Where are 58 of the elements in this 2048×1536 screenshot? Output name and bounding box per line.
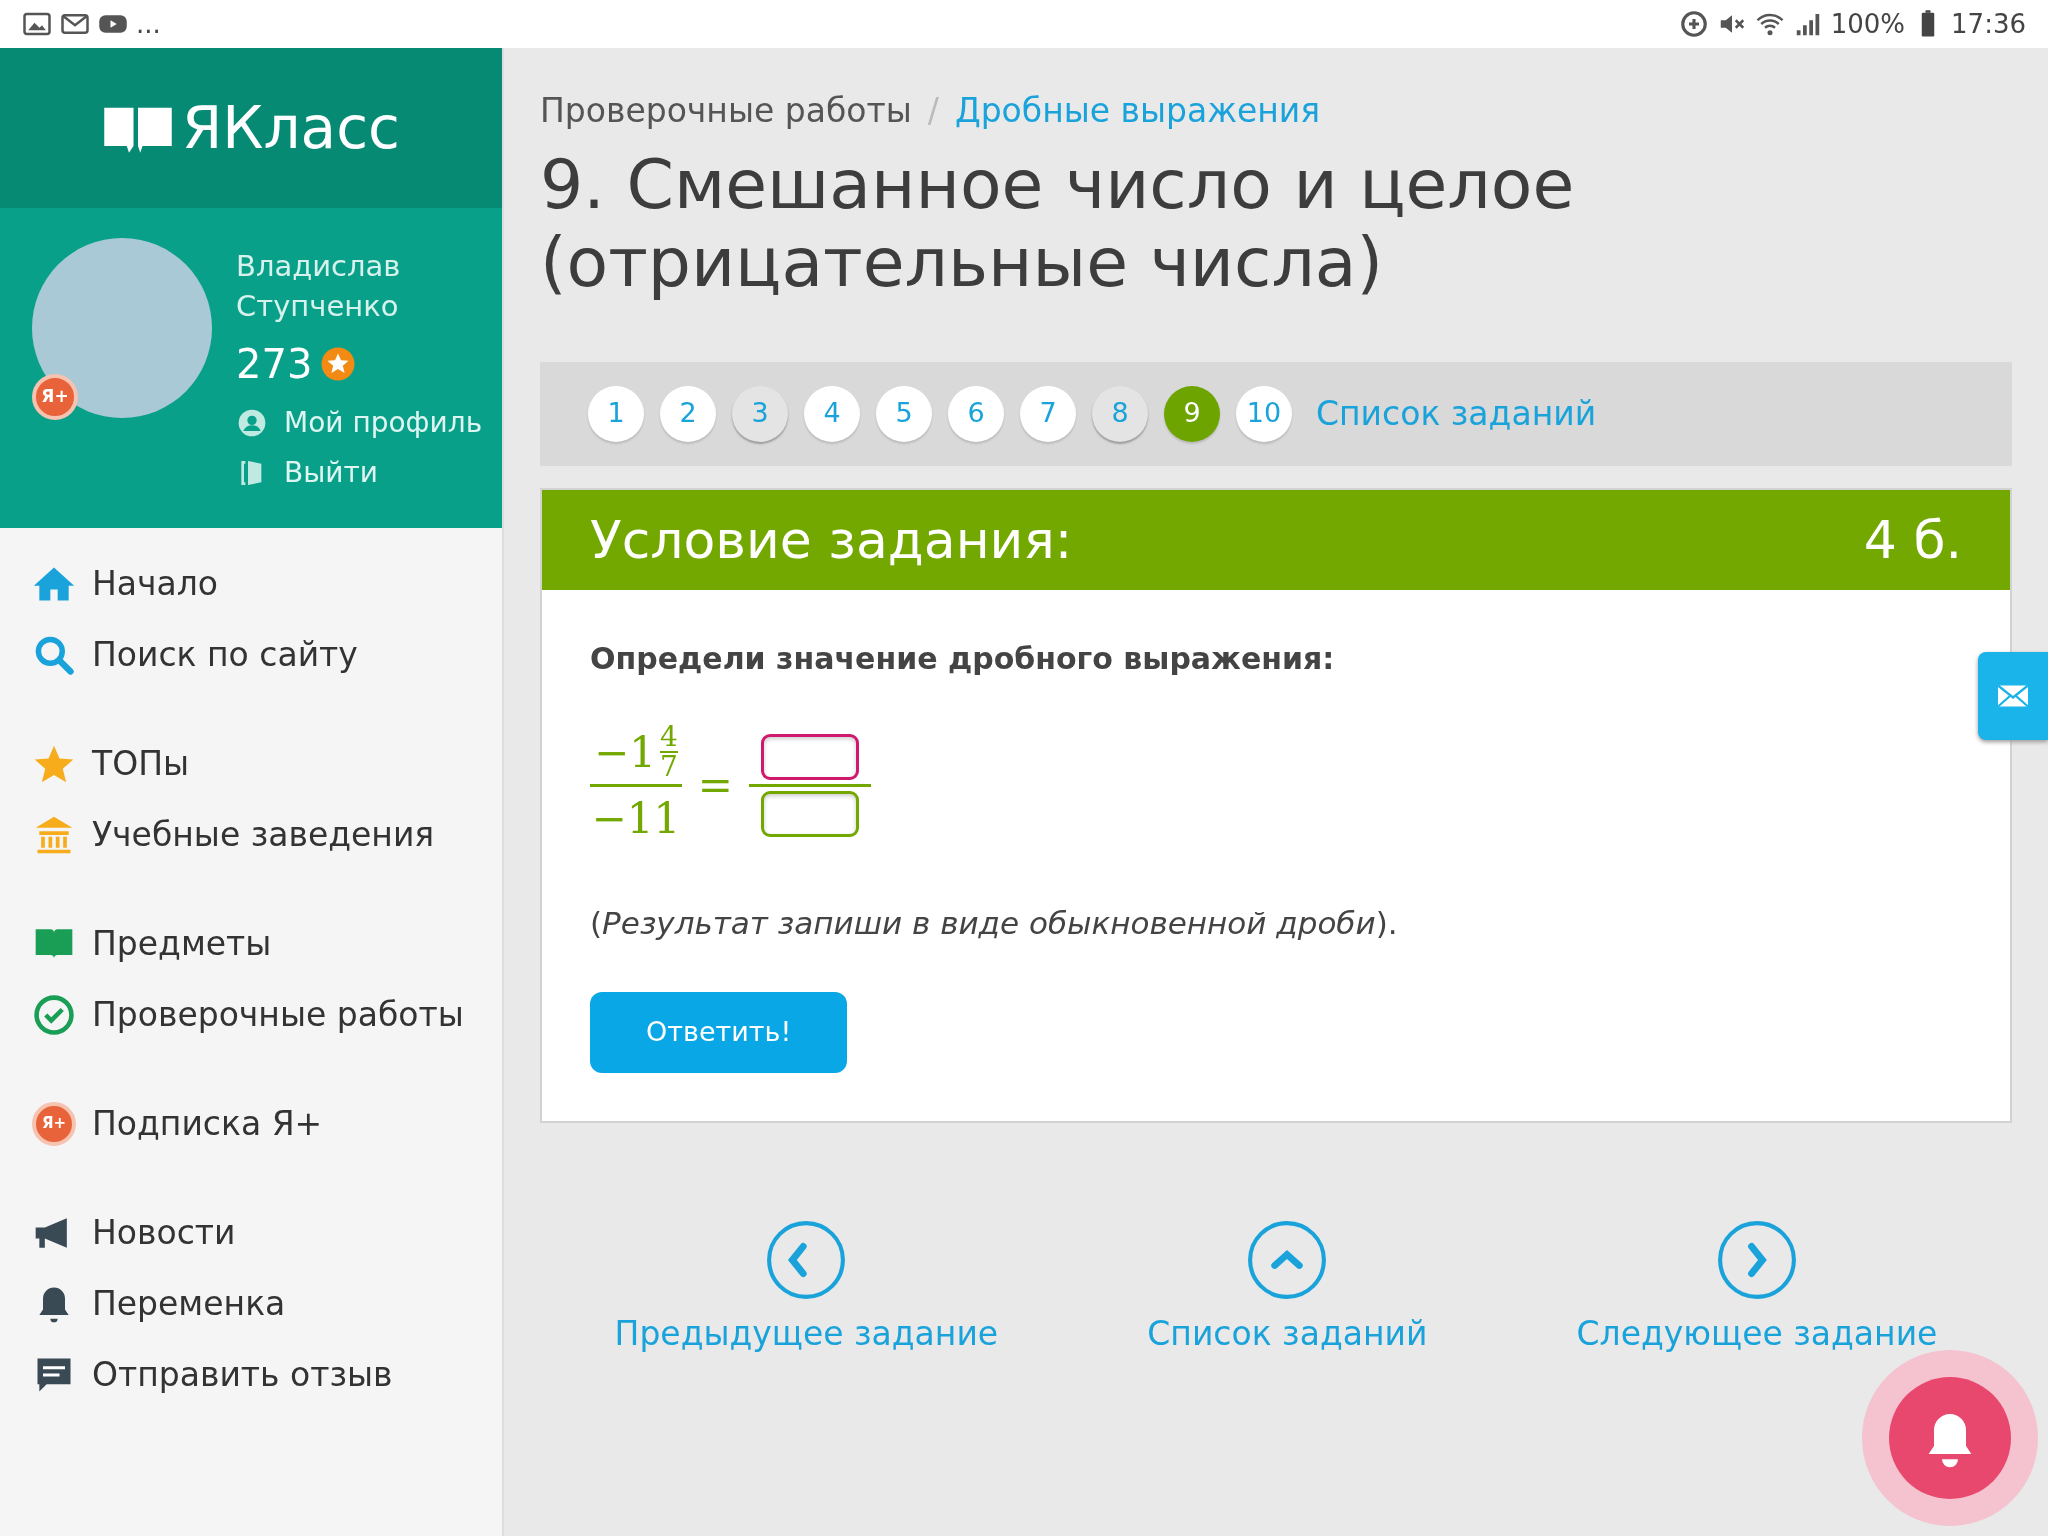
page-button[interactable]: 5 [876,385,932,442]
page-button[interactable]: 1 [588,385,644,442]
feedback-tab[interactable] [1978,652,2048,740]
task-nav-link[interactable]: Предыдущее задание [614,1308,999,1358]
user-last-name: Ступченко [236,288,400,325]
nav-item[interactable]: Проверочные работы [0,979,502,1050]
check-circle-icon [32,992,76,1037]
task-nav-link[interactable]: Список заданий [1147,1308,1428,1358]
equals-sign: = [697,759,733,812]
page-button[interactable]: 8 [1092,385,1148,442]
nav-item[interactable]: Начало [0,548,502,619]
answer-button[interactable]: Ответить! [590,992,848,1073]
breadcrumb-link[interactable]: Дробные выражения [954,86,1321,136]
answer-field[interactable] [760,790,859,837]
clock: 17:36 [1951,7,2026,41]
page-button[interactable]: 9 [1164,385,1220,442]
subscription-badge: Я+ [32,374,78,420]
task-note: (Результат запиши в виде обыкновенной дроби). [590,903,1399,943]
chevron-right-circle-icon[interactable] [1716,1218,1798,1301]
page-button[interactable]: 6 [948,385,1004,442]
math-numerator: 4 [659,723,678,751]
more-indicator: ... [136,7,161,41]
math-whole: −1 [594,726,656,779]
page-button[interactable]: 3 [732,385,788,442]
breadcrumb-item: Проверочные работы [540,90,912,132]
nav-item[interactable]: ТОПы [0,728,502,799]
math-denominator: −11 [591,792,681,845]
points: 273 [236,340,313,389]
page-button[interactable]: 7 [1020,385,1076,442]
breadcrumb-separator: / [927,90,939,132]
user-circle-icon [236,407,268,439]
subscription-icon: Я+ [32,1101,76,1146]
profile-link[interactable]: Выйти [236,452,483,494]
page-button[interactable]: 4 [804,385,860,442]
battery-level: 100% [1830,7,1906,41]
nav-item[interactable]: Отправить отзыв [0,1339,502,1410]
task-points: 4 б. [1863,508,1962,572]
chevron-up-circle-icon[interactable] [1246,1218,1329,1301]
nav-item[interactable]: Поиск по сайту [0,619,502,690]
page-title: 9. Смешанное число и целое (отрицательные числа) [540,145,1576,302]
nav-item[interactable]: Предметы [0,908,502,979]
page-button[interactable]: 2 [660,385,716,442]
nav-item[interactable]: Учебные заведения [0,799,502,870]
logo[interactable]: ЯКласс [102,84,400,172]
profile-link[interactable]: Мой профиль [236,402,483,444]
nav-item[interactable]: Переменка [0,1268,502,1339]
nav-item[interactable]: Новости [0,1197,502,1268]
answer-field[interactable] [760,733,859,780]
plus-circle-icon [1678,9,1709,39]
page-button[interactable]: 10 [1236,385,1292,442]
user-first-name: Владислав [236,248,402,285]
task-list-link[interactable]: Список заданий [1316,388,1597,439]
nav-item[interactable]: Я+ Подписка Я+ [0,1088,502,1159]
task-prompt: Определи значение дробного выражения: [590,639,1336,678]
task-nav-link[interactable]: Следующее задание [1576,1308,1938,1358]
task-header-title: Условие задания: [590,508,1073,572]
chevron-left-circle-icon[interactable] [765,1218,848,1301]
math-denominator: 7 [659,753,678,781]
